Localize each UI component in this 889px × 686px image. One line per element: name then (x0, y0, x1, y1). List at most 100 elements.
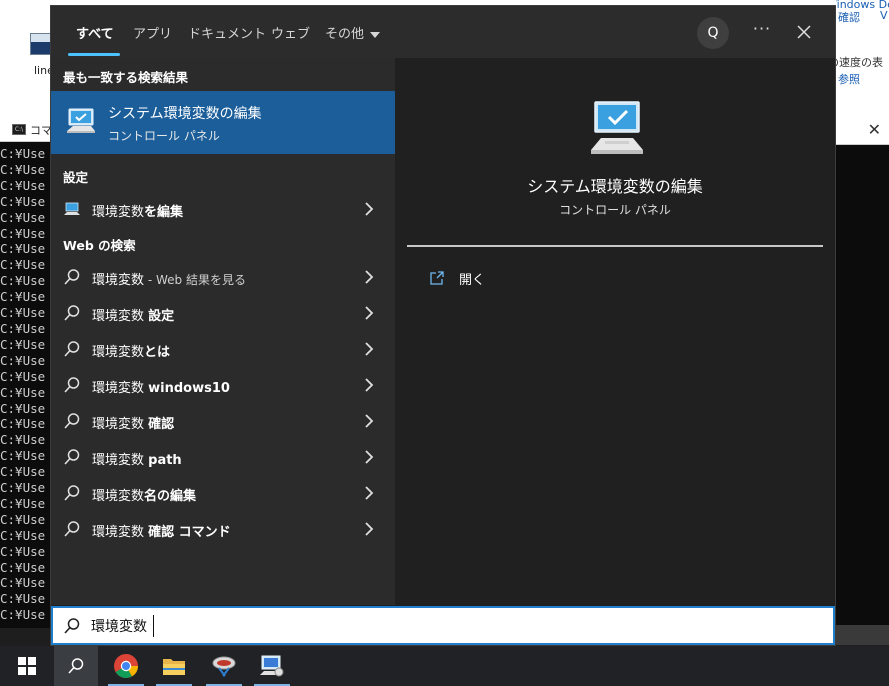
web-search-header: Web の検索 (63, 238, 136, 253)
bg-text-confirm[interactable]: 確認 (838, 9, 860, 25)
web-search-item[interactable]: 環境変数とは (51, 331, 395, 367)
chevron-right-icon (365, 202, 374, 216)
active-tab-indicator (68, 53, 120, 56)
web-search-item-label: 環境変数 path (92, 449, 182, 468)
chevron-right-icon (365, 486, 374, 500)
taskbar (0, 646, 889, 686)
web-search-item[interactable]: 環境変数名の編集 (51, 475, 395, 511)
web-search-item[interactable]: 環境変数 windows10 (51, 367, 395, 403)
taskbar-chrome-button[interactable] (104, 646, 148, 686)
best-match-header: 最も一致する検索結果 (63, 70, 189, 85)
cmd-title: コマ (30, 123, 52, 137)
tab-more-label: その他 (325, 27, 365, 42)
web-search-item-pre: 環境変数 (92, 273, 145, 288)
web-search-item-bold: windows10 (148, 381, 230, 396)
web-search-item-label: 環境変数 確認 コマンド (92, 521, 231, 540)
windows-logo-icon (18, 657, 36, 675)
bg-text-reference[interactable]: 参照 (838, 71, 860, 87)
best-match-item[interactable]: システム環境変数の編集 コントロール パネル (51, 91, 395, 154)
web-search-item-pre: 環境変数 (92, 309, 149, 324)
web-search-item-bold: 確認 (148, 417, 175, 432)
close-button[interactable] (789, 18, 819, 46)
search-box[interactable] (51, 606, 835, 645)
web-search-item[interactable]: 環境変数 - Web 結果を見る (51, 259, 395, 295)
preview-divider (407, 245, 823, 247)
search-icon (64, 305, 80, 321)
search-input[interactable] (91, 614, 791, 638)
settings-item-bold: を編集 (144, 205, 184, 220)
search-icon (64, 521, 80, 537)
tab-apps[interactable]: アプリ (133, 23, 172, 42)
web-search-item-pre: 環境変数 (92, 345, 145, 360)
taskbar-explorer-button[interactable] (152, 646, 196, 686)
web-search-item[interactable]: 環境変数 確認 コマンド (51, 511, 395, 547)
chevron-right-icon (365, 450, 374, 464)
web-search-item-label: 環境変数名の編集 (92, 485, 196, 504)
computer-monitor-icon (67, 108, 95, 133)
search-icon (68, 658, 84, 674)
folder-icon (163, 659, 185, 675)
web-search-item-bold: 名の編集 (144, 489, 197, 504)
chevron-right-icon (365, 414, 374, 428)
search-icon (64, 413, 80, 429)
search-icon (64, 449, 80, 465)
chevron-down-icon (370, 31, 381, 38)
chevron-right-icon (365, 306, 374, 320)
web-search-item-label: 環境変数 - Web 結果を見る (92, 269, 246, 288)
search-icon (64, 377, 80, 393)
web-search-item-pre: 環境変数 (92, 489, 145, 504)
computer-monitor-icon (591, 101, 643, 154)
snipping-tool-icon (212, 656, 236, 677)
text-caret (153, 615, 154, 637)
right-window-titlebar[interactable]: ✕ (836, 118, 889, 145)
taskbar-search-button[interactable] (54, 646, 98, 686)
close-icon[interactable]: ✕ (868, 120, 881, 139)
web-search-item-pre: 環境変数 (92, 525, 149, 540)
web-search-item-pre: 環境変数 (92, 453, 149, 468)
settings-item-label: 環境変数を編集 (92, 201, 183, 220)
bg-text-v: V (880, 9, 888, 22)
web-search-item-bold: path (148, 453, 182, 468)
tab-bar: すべて アプリ ドキュメント ウェブ その他 Q ··· (51, 6, 835, 58)
web-search-item-pre: 環境変数 (92, 417, 149, 432)
preview-title: システム環境変数の編集 (527, 177, 703, 196)
background-window-right: ✕ (836, 118, 889, 628)
desktop-shortcut-icon[interactable] (30, 33, 52, 55)
account-button[interactable]: Q (697, 17, 729, 49)
tab-documents[interactable]: ドキュメント (188, 23, 266, 42)
web-search-item[interactable]: 環境変数 設定 (51, 295, 395, 331)
search-icon (64, 485, 80, 501)
results-list: 最も一致する検索結果 システム環境変数の編集 コントロール パネル 設定 環境変… (51, 58, 395, 605)
web-search-item-bold: 確認 コマンド (148, 525, 231, 540)
web-search-item-label: 環境変数 windows10 (92, 377, 230, 396)
web-search-item-label: 環境変数 確認 (92, 413, 174, 432)
web-search-item[interactable]: 環境変数 確認 (51, 403, 395, 439)
chevron-right-icon (365, 342, 374, 356)
remote-desktop-icon (260, 655, 284, 677)
tab-all[interactable]: すべて (76, 23, 114, 42)
tab-web[interactable]: ウェブ (271, 23, 310, 42)
open-icon (430, 271, 444, 285)
best-match-subtitle: コントロール パネル (108, 129, 220, 143)
settings-header: 設定 (63, 170, 89, 185)
open-label: 開く (459, 273, 486, 288)
preview-pane: システム環境変数の編集 コントロール パネル 開く (395, 58, 835, 605)
chevron-right-icon (365, 522, 374, 536)
close-icon (797, 25, 811, 39)
taskbar-snipping-button[interactable] (202, 646, 246, 686)
tab-more[interactable]: その他 (325, 23, 381, 42)
bg-text-speed: の速度の表 (836, 56, 883, 69)
cmd-icon: C:\ (12, 124, 26, 135)
web-search-item-muted: - Web 結果を見る (144, 273, 246, 287)
more-options-button[interactable]: ··· (747, 18, 777, 46)
web-search-item-bold: 設定 (148, 309, 175, 324)
web-search-item-label: 環境変数とは (92, 341, 170, 360)
web-search-item[interactable]: 環境変数 path (51, 439, 395, 475)
web-search-item-bold: とは (144, 345, 171, 360)
settings-item-edit-env[interactable]: 環境変数を編集 (51, 191, 395, 227)
computer-settings-icon (64, 202, 80, 215)
start-button[interactable] (0, 646, 54, 686)
background-window-top-right: Windows Defender ファ 確認 V の速度の表 参照 (836, 0, 889, 120)
taskbar-remote-button[interactable] (250, 646, 294, 686)
preview-subtitle: コントロール パネル (559, 203, 671, 217)
